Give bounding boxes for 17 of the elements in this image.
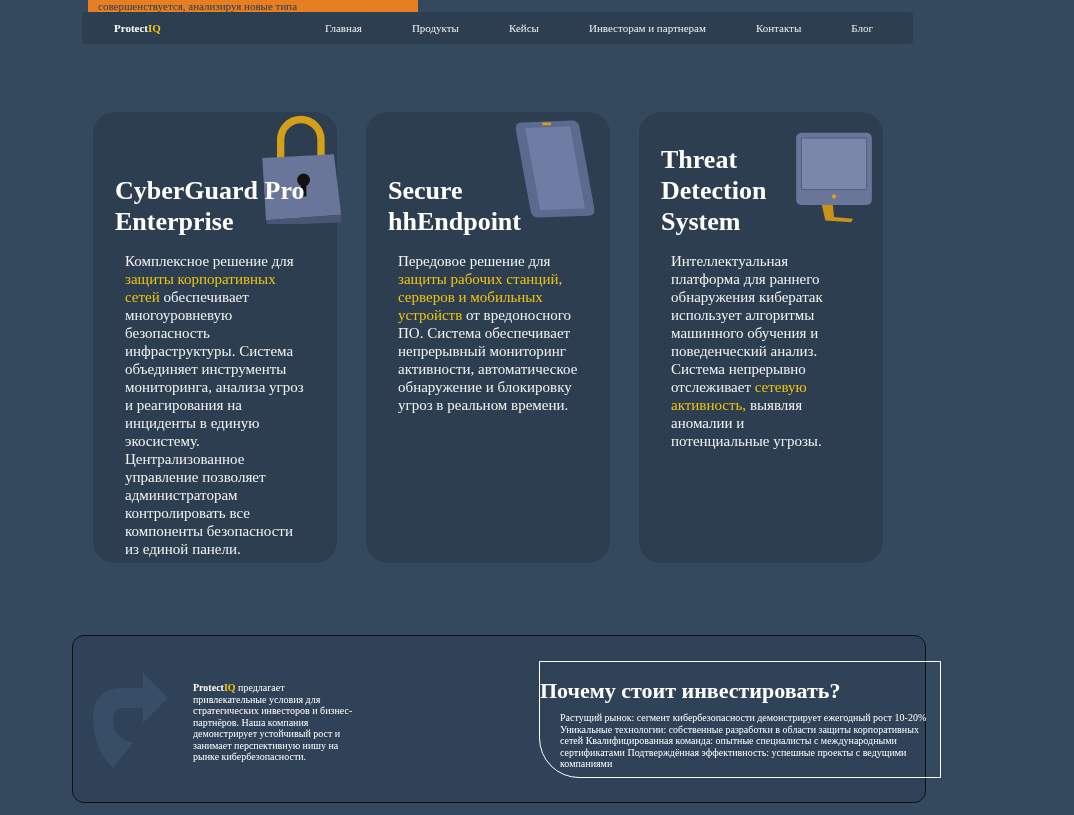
card-title: CyberGuard Pro Enterprise	[115, 175, 306, 237]
why-invest-title: Почему стоит инвестировать?	[540, 678, 842, 704]
card-description: Интеллектуальная платформа для раннего обнаружения кибератак использует алгоритмы машинного обучения и поведенческий анализ. Система непрерывно отслеживает сетевую активность, выявляя аномалии и потенциальные угрозы.	[671, 252, 824, 450]
nav-link[interactable]: Продукты	[411, 22, 459, 34]
nav-link[interactable]: Главная	[324, 22, 362, 34]
nav-link[interactable]: Контакты	[755, 22, 802, 34]
card-description: Комплексное решение для защиты корпоративных сетей обеспечивает многоуровневую безопасность инфраструктуры. Система объединяет инструменты мониторинга, анализа угроз и реагирования на инциденты в единую экосистему. Централизованное управление позволяет администраторам контролировать все компоненты безопасности из единой панели.	[125, 252, 305, 558]
why-invest-text: Растущий рынок: сегмент кибербезопасности демонстрирует ежегодный рост 10-20% Уникальные технологии: собственные разработки в области защиты корпоративных сетей Квалифицированная команда: опытные специалисты с международными сертификатами Подтверждённая эффективность: успешные проекты с ведущими компаниями	[560, 712, 928, 770]
investors-text: ProtectIQ предлагает привлекательные условия для стратегических инвесторов и бизнес-партнёров. Наша компания демонстрирует устойчивый рост и занимает перспективную нишу на рынке кибербезопасности.	[193, 682, 354, 764]
nav-link[interactable]: Инвесторам и партнерам	[588, 22, 706, 34]
card-description: Передовое решение для защиты рабочих станций, серверов и мобильных устройств от вредоносного ПО. Система обеспечивает непрерывный мониторинг активности, автоматическое обнаружение и блокировку угроз в реальном времени.	[398, 252, 579, 414]
banner-text: совершенствуется, анализируя новые типа	[88, 0, 418, 12]
card-title: Threat Detection System	[661, 144, 768, 237]
logo[interactable]: ProtectIQ	[114, 22, 161, 34]
nav-link[interactable]: Кейсы	[509, 22, 539, 34]
card-title: Secure hhEndpoint	[388, 175, 522, 237]
nav-link[interactable]: Блог	[851, 22, 873, 34]
